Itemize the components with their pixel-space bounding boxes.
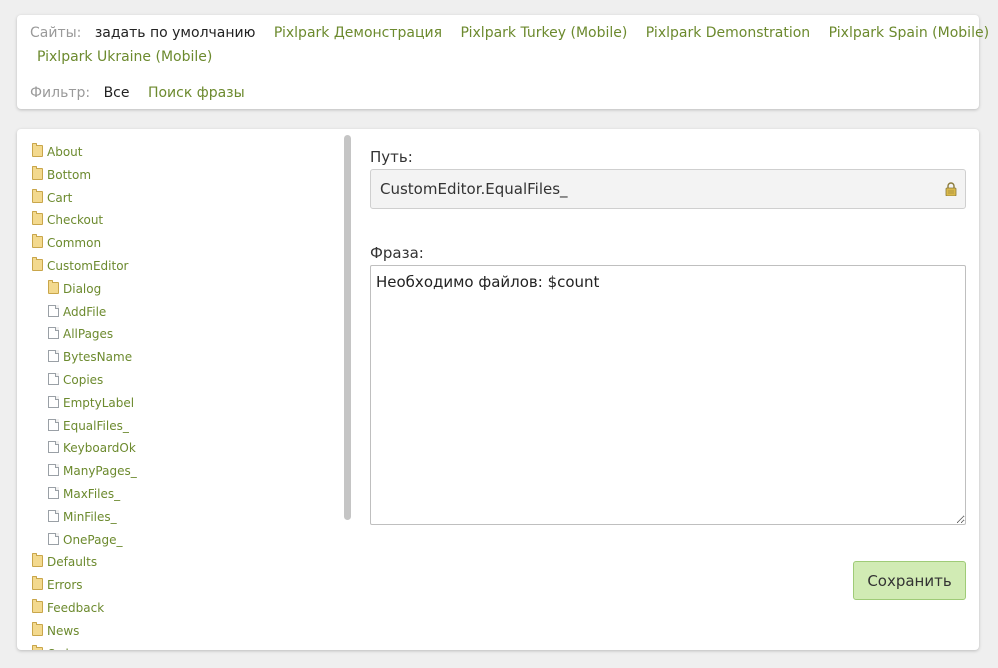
tree-item-label: OnePage_ [63, 532, 123, 547]
filter-all[interactable]: Все [104, 85, 130, 101]
tree-item-label: EqualFiles_ [63, 418, 129, 433]
tree-item-label: Errors [47, 578, 83, 593]
folder-icon [32, 553, 43, 568]
tree-item-label: Cart [47, 190, 73, 205]
file-icon [48, 327, 59, 340]
tree-item-label: EmptyLabel [63, 395, 135, 410]
tree-item-label: ManyPages_ [63, 464, 137, 479]
phrase-label: Фраза: [370, 244, 424, 262]
site-link-demo-ru[interactable]: Pixlpark Демонстрация [274, 25, 442, 41]
folder-icon [32, 576, 43, 591]
tree-item-label: MinFiles_ [63, 509, 117, 524]
tree-folder-item[interactable]: CustomEditor [32, 257, 129, 273]
tree-item-label: BytesName [63, 350, 133, 365]
tree-item-label: AllPages [63, 327, 114, 342]
tree-folder-item[interactable]: About [32, 143, 83, 159]
file-icon [48, 441, 59, 454]
tree-file-item[interactable]: AllPages [48, 327, 113, 341]
folder-icon [32, 599, 43, 613]
file-icon [48, 487, 59, 499]
main-panel: About Bottom Cart Checkout Common CustomEdito… [17, 129, 979, 650]
tree-folder-item[interactable]: Checkout [32, 211, 104, 228]
site-link-ukraine[interactable]: Pixlpark Ukraine (Mobile) [37, 49, 212, 65]
file-icon [48, 373, 59, 385]
path-label: Путь: [370, 148, 413, 166]
file-icon [48, 532, 59, 545]
sites-label: Сайты: [30, 25, 82, 41]
tree-item-label: CustomEditor [47, 259, 129, 273]
site-link-turkey[interactable]: Pixlpark Turkey (Mobile) [461, 25, 628, 41]
tree-file-item[interactable]: AddFile [48, 304, 107, 319]
folder-icon [32, 188, 43, 203]
phrase-textarea[interactable]: Необходимо файлов: $count [370, 265, 966, 525]
site-link-demo-en[interactable]: Pixlpark Demonstration [646, 25, 810, 41]
folder-icon [32, 165, 43, 180]
tree-folder-item[interactable]: News [32, 621, 80, 638]
phrase-tree: About Bottom Cart Checkout Common CustomEdito… [17, 129, 347, 650]
tree-file-item[interactable]: MinFiles_ [48, 509, 117, 524]
tree-file-item[interactable]: ManyPages_ [48, 464, 137, 478]
file-icon [48, 395, 59, 408]
tree-folder-item[interactable]: Bottom [32, 165, 92, 182]
tree-item-label: AddFile [63, 304, 107, 319]
folder-icon [32, 143, 43, 157]
filter-label: Фильтр: [30, 85, 91, 101]
tree-item-label: About [47, 145, 83, 159]
tree-folder-item[interactable]: Dialog [48, 279, 102, 296]
folder-icon [48, 279, 59, 294]
filter-phrase-search-link[interactable]: Поиск фразы [148, 85, 245, 101]
tree-item-label: Defaults [47, 555, 98, 570]
sites-row: Сайты: задать по умолчанию Pixlpark Демо… [30, 24, 989, 42]
lock-icon [945, 182, 957, 196]
file-icon [48, 350, 59, 363]
tree-file-item[interactable]: MaxFiles_ [48, 487, 120, 501]
tree-file-item[interactable]: OnePage_ [48, 532, 123, 547]
path-field: CustomEditor.EqualFiles_ [370, 169, 966, 209]
tree-item-label: Orders [47, 647, 87, 650]
sites-filter-panel: Сайты: задать по умолчанию Pixlpark Демо… [17, 15, 989, 109]
save-button[interactable]: Сохранить [853, 561, 966, 600]
tree-folder-item[interactable]: Common [32, 234, 102, 251]
tree-item-label: Bottom [47, 167, 92, 182]
path-value: CustomEditor.EqualFiles_ [380, 180, 568, 198]
tree-item-label: Checkout [47, 213, 104, 228]
folder-icon [32, 257, 43, 271]
folder-icon [32, 234, 43, 249]
folder-icon [32, 621, 43, 636]
tree-scrollbar[interactable] [344, 135, 351, 520]
tree-file-item[interactable]: Copies [48, 373, 103, 387]
tree-folder-item[interactable]: Defaults [32, 553, 98, 570]
tree-item-label: Common [47, 236, 102, 251]
folder-icon [32, 644, 43, 650]
folder-icon [32, 211, 43, 226]
tree-folder-item[interactable]: Feedback [32, 599, 105, 615]
tree-item-label: KeyboardOk [63, 441, 136, 456]
tree-file-item[interactable]: BytesName [48, 350, 132, 364]
tree-item-label: MaxFiles_ [63, 487, 121, 501]
site-current: задать по умолчанию [94, 25, 256, 41]
tree-folder-item[interactable]: Cart [32, 188, 73, 205]
tree-file-item[interactable]: KeyboardOk [48, 441, 136, 455]
sites-row-2: Pixlpark Ukraine (Mobile) [37, 48, 212, 66]
file-icon [48, 509, 59, 522]
tree-file-item[interactable]: EqualFiles_ [48, 418, 129, 433]
tree-item-label: News [47, 623, 80, 638]
tree-folder-item[interactable]: Orders [32, 644, 87, 650]
file-icon [48, 464, 59, 477]
tree-item-label: Feedback [47, 601, 105, 615]
site-link-spain[interactable]: Pixlpark Spain (Mobile) [829, 25, 989, 41]
filter-row: Фильтр: Все Поиск фразы [30, 84, 245, 102]
tree-folder-item[interactable]: Errors [32, 576, 83, 593]
tree-file-item[interactable]: EmptyLabel [48, 395, 135, 410]
file-icon [48, 418, 59, 431]
tree-item-label: Copies [63, 373, 104, 387]
tree-item-label: Dialog [63, 281, 102, 296]
file-icon [48, 304, 59, 317]
